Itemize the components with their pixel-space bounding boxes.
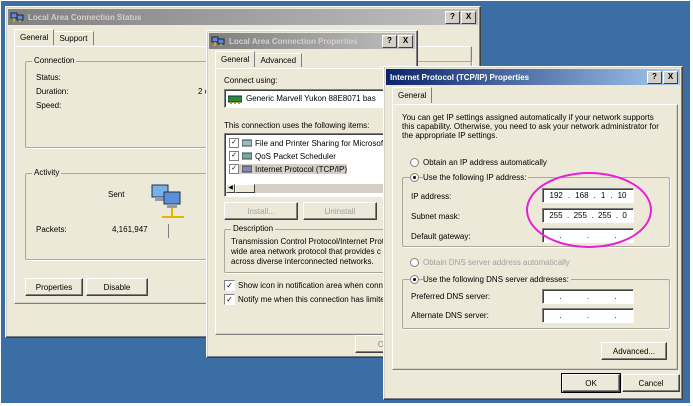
notify-checkbox[interactable]: ✓ bbox=[224, 294, 235, 305]
obtain-ip-auto-radio[interactable] bbox=[410, 158, 419, 167]
packets-sent-value: 4,161,947 bbox=[112, 225, 148, 234]
notify-label: Notify me when this connection has limit… bbox=[238, 295, 390, 304]
list-horizontal-scrollbar[interactable]: ◀ bbox=[226, 184, 394, 193]
file-printer-sharing-icon bbox=[242, 139, 252, 147]
sent-label: Sent bbox=[108, 190, 125, 199]
tab-general[interactable]: General bbox=[14, 29, 55, 45]
components-list[interactable]: ✓ File and Printer Sharing for Microsoft… bbox=[224, 133, 398, 197]
items-label: This connection uses the following items… bbox=[224, 121, 370, 130]
close-button[interactable]: X bbox=[663, 70, 678, 84]
network-adapter-icon bbox=[228, 95, 242, 104]
help-button[interactable]: ? bbox=[445, 10, 460, 24]
activity-group-label: Activity bbox=[32, 168, 62, 177]
connection-group-label: Connection bbox=[32, 56, 77, 65]
highlight-ellipse bbox=[526, 172, 652, 248]
show-icon-checkbox[interactable]: ✓ bbox=[224, 280, 235, 291]
qos-scheduler-icon bbox=[242, 152, 252, 160]
adapter-field: Generic Marvell Yukon 88E8071 bas bbox=[224, 89, 396, 108]
preferred-dns-label: Preferred DNS server: bbox=[411, 292, 491, 301]
status-window-titlebar[interactable]: Local Area Connection Status ? X bbox=[8, 9, 478, 25]
advanced-button[interactable]: Advanced... bbox=[601, 342, 667, 360]
tcpip-window-titlebar[interactable]: Internet Protocol (TCP/IP) Properties ? … bbox=[386, 69, 680, 85]
ok-button[interactable]: OK bbox=[561, 373, 621, 393]
item-label: File and Printer Sharing for Microsoft bbox=[255, 138, 386, 148]
description-group-label: Description bbox=[231, 224, 276, 233]
uninstall-button[interactable]: Uninstall bbox=[303, 202, 377, 220]
properties-button[interactable]: Properties bbox=[25, 278, 83, 296]
intro-line-1: You can get IP settings assigned automat… bbox=[402, 113, 654, 122]
use-following-dns-radio[interactable] bbox=[410, 275, 419, 284]
tcpip-protocol-icon bbox=[242, 165, 252, 173]
description-line-2: wide area network protocol that provides… bbox=[231, 247, 381, 256]
cancel-button[interactable]: Cancel bbox=[622, 374, 680, 392]
list-item[interactable]: ✓ Internet Protocol (TCP/IP) bbox=[229, 164, 348, 174]
intro-line-2: this capability. Otherwise, you need to … bbox=[402, 122, 659, 131]
tab-general[interactable]: General bbox=[215, 51, 256, 67]
status-label: Status: bbox=[36, 73, 61, 82]
alternate-dns-field[interactable]: ... bbox=[542, 308, 634, 323]
properties-window-titlebar[interactable]: Local Area Connection Properties ? X bbox=[209, 33, 415, 49]
list-item[interactable]: ✓ File and Printer Sharing for Microsoft bbox=[229, 138, 385, 148]
tab-advanced[interactable]: Advanced bbox=[254, 53, 303, 67]
duration-label: Duration: bbox=[36, 87, 69, 96]
install-button[interactable]: Install... bbox=[224, 202, 298, 220]
default-gateway-label: Default gateway: bbox=[411, 232, 471, 241]
speed-label: Speed: bbox=[36, 101, 62, 110]
subnet-mask-label: Subnet mask: bbox=[411, 212, 460, 221]
obtain-ip-auto-label: Obtain an IP address automatically bbox=[423, 158, 547, 167]
item-label: QoS Packet Scheduler bbox=[255, 151, 336, 161]
use-following-ip-radio[interactable] bbox=[410, 173, 419, 182]
use-following-dns-label: Use the following DNS server addresses: bbox=[423, 275, 571, 284]
help-button[interactable]: ? bbox=[647, 70, 662, 84]
connect-using-label: Connect using: bbox=[224, 76, 278, 85]
disable-button[interactable]: Disable bbox=[86, 278, 148, 296]
obtain-dns-auto-label: Obtain DNS server address automatically bbox=[423, 258, 570, 267]
window-title: Internet Protocol (TCP/IP) Properties bbox=[390, 72, 530, 82]
alternate-dns-label: Alternate DNS server: bbox=[411, 311, 489, 320]
network-connection-icon bbox=[211, 36, 225, 46]
window-title: Local Area Connection Properties bbox=[229, 36, 358, 46]
packets-label: Packets: bbox=[36, 225, 67, 234]
ip-address-label: IP address: bbox=[411, 192, 452, 201]
obtain-dns-auto-radio[interactable] bbox=[410, 258, 419, 267]
network-connection-icon bbox=[10, 12, 24, 22]
close-button[interactable]: X bbox=[398, 34, 413, 48]
preferred-dns-field[interactable]: ... bbox=[542, 289, 634, 304]
close-button[interactable]: X bbox=[461, 10, 476, 24]
description-line-1: Transmission Control Protocol/Internet P… bbox=[231, 237, 385, 246]
show-icon-label: Show icon in notification area when conn… bbox=[238, 281, 388, 290]
use-following-ip-label: Use the following IP address: bbox=[423, 173, 529, 182]
scroll-thumb[interactable] bbox=[235, 184, 255, 193]
activity-computers-icon bbox=[151, 184, 184, 218]
item-checkbox[interactable]: ✓ bbox=[229, 151, 239, 161]
item-checkbox[interactable]: ✓ bbox=[229, 164, 239, 174]
activity-divider bbox=[168, 224, 169, 238]
help-button[interactable]: ? bbox=[382, 34, 397, 48]
description-line-3: across diverse interconnected networks. bbox=[231, 257, 374, 266]
item-checkbox[interactable]: ✓ bbox=[229, 138, 239, 148]
adapter-name: Generic Marvell Yukon 88E8071 bas bbox=[246, 94, 376, 103]
item-label: Internet Protocol (TCP/IP) bbox=[255, 164, 348, 174]
tab-general[interactable]: General bbox=[392, 87, 433, 103]
scroll-left-arrow[interactable]: ◀ bbox=[226, 184, 235, 193]
window-title: Local Area Connection Status bbox=[28, 12, 142, 22]
intro-line-3: the appropriate IP settings. bbox=[402, 131, 498, 140]
list-item[interactable]: ✓ QoS Packet Scheduler bbox=[229, 151, 336, 161]
tab-support[interactable]: Support bbox=[53, 31, 94, 45]
